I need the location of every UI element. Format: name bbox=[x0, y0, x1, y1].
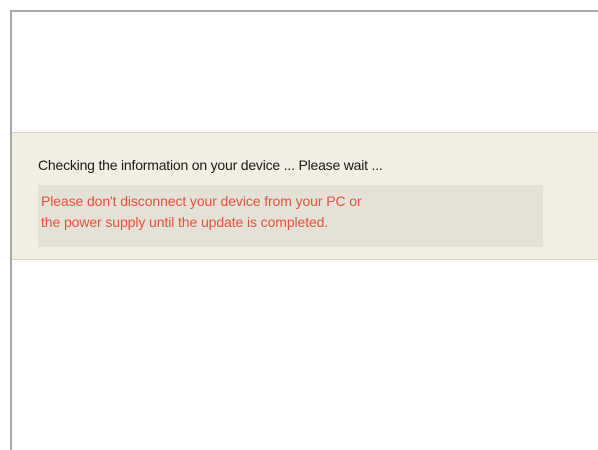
warning-line-1: Please don't disconnect your device from… bbox=[41, 193, 362, 209]
status-panel: Checking the information on your device … bbox=[12, 132, 598, 260]
warning-box: Please don't disconnect your device from… bbox=[38, 185, 543, 247]
status-message: Checking the information on your device … bbox=[38, 157, 383, 173]
warning-line-2: the power supply until the update is com… bbox=[41, 214, 329, 230]
update-window: Checking the information on your device … bbox=[10, 10, 598, 450]
